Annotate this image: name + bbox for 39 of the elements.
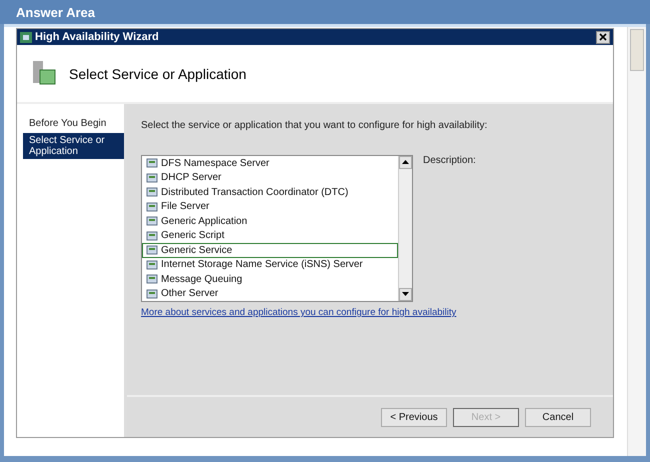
service-icon [146,200,159,213]
page-heading: Select Service or Application [69,66,246,82]
wizard-icon [20,32,32,42]
service-item[interactable]: DFS Namespace Server [142,156,398,170]
close-button[interactable] [596,30,610,44]
server-icon [31,60,57,88]
nav-step[interactable]: Before You Begin [23,116,124,131]
service-item[interactable]: Generic Application [142,214,398,228]
service-item[interactable]: DHCP Server [142,170,398,185]
service-icon [146,258,159,271]
service-icon [146,186,159,198]
down-arrow-icon [402,292,409,296]
page-scrollbar[interactable] [627,27,646,456]
service-icon [146,273,159,286]
help-link[interactable]: More about services and applications you can configure for high availability [141,307,456,318]
service-item[interactable]: Internet Storage Name Service (iSNS) Server [142,258,398,272]
service-icon [146,172,159,184]
instruction-text: Select the service or application that you want to configure for high availability: [141,120,488,131]
wizard-button[interactable]: Cancel [525,408,591,426]
wizard-button[interactable]: < Previous [381,408,447,426]
close-icon [599,33,607,41]
service-icon [146,244,159,256]
service-icon [146,288,159,300]
service-icon [146,157,159,170]
service-icon [146,230,159,242]
service-item[interactable]: Other Server [142,286,398,301]
service-icon [146,215,159,228]
window-title: High Availability Wizard [35,31,159,43]
service-item[interactable]: Distributed Transaction Coordinator (DTC) [142,185,398,200]
description-label: Description: [423,155,476,168]
service-item[interactable]: Message Queuing [142,272,398,286]
answer-area-header: Answer Area [0,0,650,24]
scroll-up-button[interactable] [399,156,412,169]
up-arrow-icon [402,160,409,164]
service-item[interactable]: Generic Script [142,228,398,243]
service-item[interactable]: Generic Service [142,243,398,258]
nav-step[interactable]: Select Service or Application [23,133,124,159]
service-item[interactable]: File Server [142,200,398,214]
scroll-down-button[interactable] [399,288,412,301]
